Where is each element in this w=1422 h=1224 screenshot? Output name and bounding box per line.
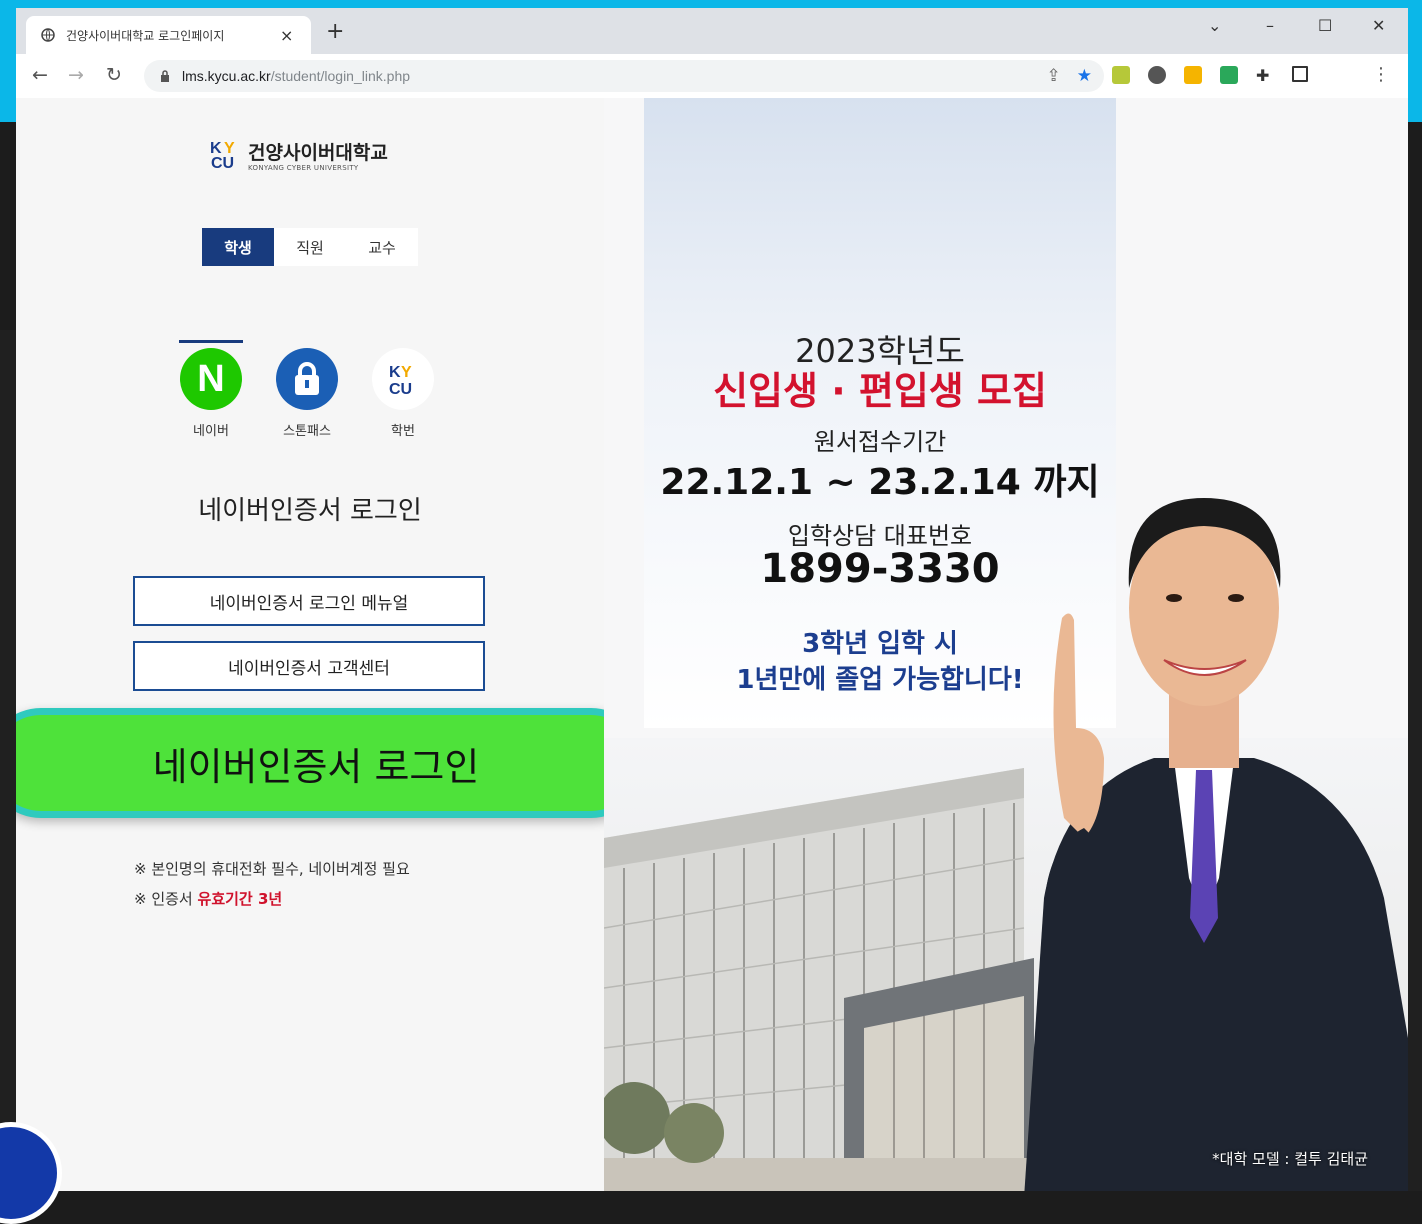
tab-title: 건양사이버대학교 로그인페이지 <box>66 28 225 43</box>
svg-text:CU: CU <box>389 381 412 397</box>
logo-name-ko: 건양사이버대학교 <box>248 142 388 164</box>
notice-text: ※ 본인명의 휴대전화 필수, 네이버계정 필요 ※ 인증서 유효기간 3년 <box>134 854 410 914</box>
naver-login-button[interactable]: 네이버인증서 로그인 <box>16 708 646 818</box>
method-label: 스톤패스 <box>283 424 331 439</box>
admission-banner[interactable]: 2023학년도 신입생 · 편입생 모집 원서접수기간 22.12.1 ~ 23… <box>604 98 1408 1191</box>
minimize-button[interactable]: – <box>1266 16 1274 35</box>
url-text: lms.kycu.ac.kr/student/login_link.php <box>182 68 411 84</box>
selected-indicator <box>179 340 243 343</box>
kycu-logo[interactable]: K Y CU 건양사이버대학교 KONYANG CYBER UNIVERSITY <box>210 140 388 174</box>
model-caption: *대학 모델 : 컬투 김태균 <box>1212 1150 1368 1168</box>
login-method-list: N 네이버 스톤패스 K Y CU 학번 <box>178 340 436 439</box>
tab-professor[interactable]: 교수 <box>346 228 418 266</box>
manual-button[interactable]: 네이버인증서 로그인 메뉴얼 <box>133 576 485 626</box>
note-line: ※ 본인명의 휴대전화 필수, 네이버계정 필요 <box>134 860 410 878</box>
method-stonepass[interactable]: 스톤패스 <box>274 348 340 439</box>
maximize-button[interactable]: ☐ <box>1318 16 1332 35</box>
reload-button[interactable]: ↻ <box>106 64 122 86</box>
method-naver[interactable]: N 네이버 <box>178 340 244 439</box>
tab-search-icon[interactable]: ⌄ <box>1208 16 1221 35</box>
logo-name-en: KONYANG CYBER UNIVERSITY <box>248 164 359 172</box>
extensions-puzzle-icon[interactable]: ✚ <box>1256 66 1274 85</box>
browser-menu-icon[interactable]: ⋮ <box>1372 64 1390 85</box>
browser-window: 건양사이버대학교 로그인페이지 × + ⌄ – ☐ ✕ ← → ↻ lms.ky… <box>16 8 1408 1191</box>
tab-student[interactable]: 학생 <box>202 228 274 266</box>
login-panel: K Y CU 건양사이버대학교 KONYANG CYBER UNIVERSITY 학… <box>16 98 646 1191</box>
kycu-logo-mark: K Y CU <box>210 140 235 172</box>
background-left <box>0 330 16 1191</box>
back-button[interactable]: ← <box>32 64 48 86</box>
method-label: 네이버 <box>193 424 229 439</box>
globe-icon <box>40 27 56 43</box>
role-tabs: 학생 직원 교수 <box>202 228 418 266</box>
method-student-id[interactable]: K Y CU 학번 <box>370 348 436 439</box>
new-tab-button[interactable]: + <box>326 21 344 43</box>
svg-text:K: K <box>389 364 401 381</box>
tab-strip: 건양사이버대학교 로그인페이지 × + ⌄ – ☐ ✕ <box>16 8 1408 54</box>
extension-icon[interactable] <box>1148 66 1166 84</box>
svg-text:Y: Y <box>401 364 412 381</box>
extension-icon[interactable] <box>1184 66 1202 84</box>
browser-tab[interactable]: 건양사이버대학교 로그인페이지 × <box>26 16 311 54</box>
background-right <box>1408 330 1422 1191</box>
extension-icon[interactable] <box>1220 66 1238 84</box>
tab-close-icon[interactable]: × <box>280 26 293 45</box>
bookmark-star-icon[interactable]: ★ <box>1077 66 1092 86</box>
model-photo <box>1004 398 1408 1191</box>
naver-icon: N <box>180 348 242 410</box>
side-panel-icon[interactable] <box>1292 66 1308 82</box>
extension-icon[interactable] <box>1112 66 1130 84</box>
kycu-logo-icon: K Y CU <box>372 348 434 410</box>
support-center-button[interactable]: 네이버인증서 고객센터 <box>133 641 485 691</box>
validity-highlight: 유효기간 3년 <box>197 890 283 908</box>
browser-toolbar: ← → ↻ lms.kycu.ac.kr/student/login_link.… <box>16 54 1408 99</box>
stonepass-lock-icon <box>276 348 338 410</box>
method-label: 학번 <box>391 424 415 439</box>
note-line: ※ 인증서 유효기간 3년 <box>134 890 283 908</box>
address-bar[interactable]: lms.kycu.ac.kr/student/login_link.php ⇪ … <box>144 60 1104 92</box>
close-window-button[interactable]: ✕ <box>1372 16 1385 35</box>
section-title: 네이버인증서 로그인 <box>198 496 422 526</box>
forward-button[interactable]: → <box>68 64 84 86</box>
tab-staff[interactable]: 직원 <box>274 228 346 266</box>
lock-icon[interactable] <box>158 69 172 83</box>
share-icon[interactable]: ⇪ <box>1047 66 1061 86</box>
